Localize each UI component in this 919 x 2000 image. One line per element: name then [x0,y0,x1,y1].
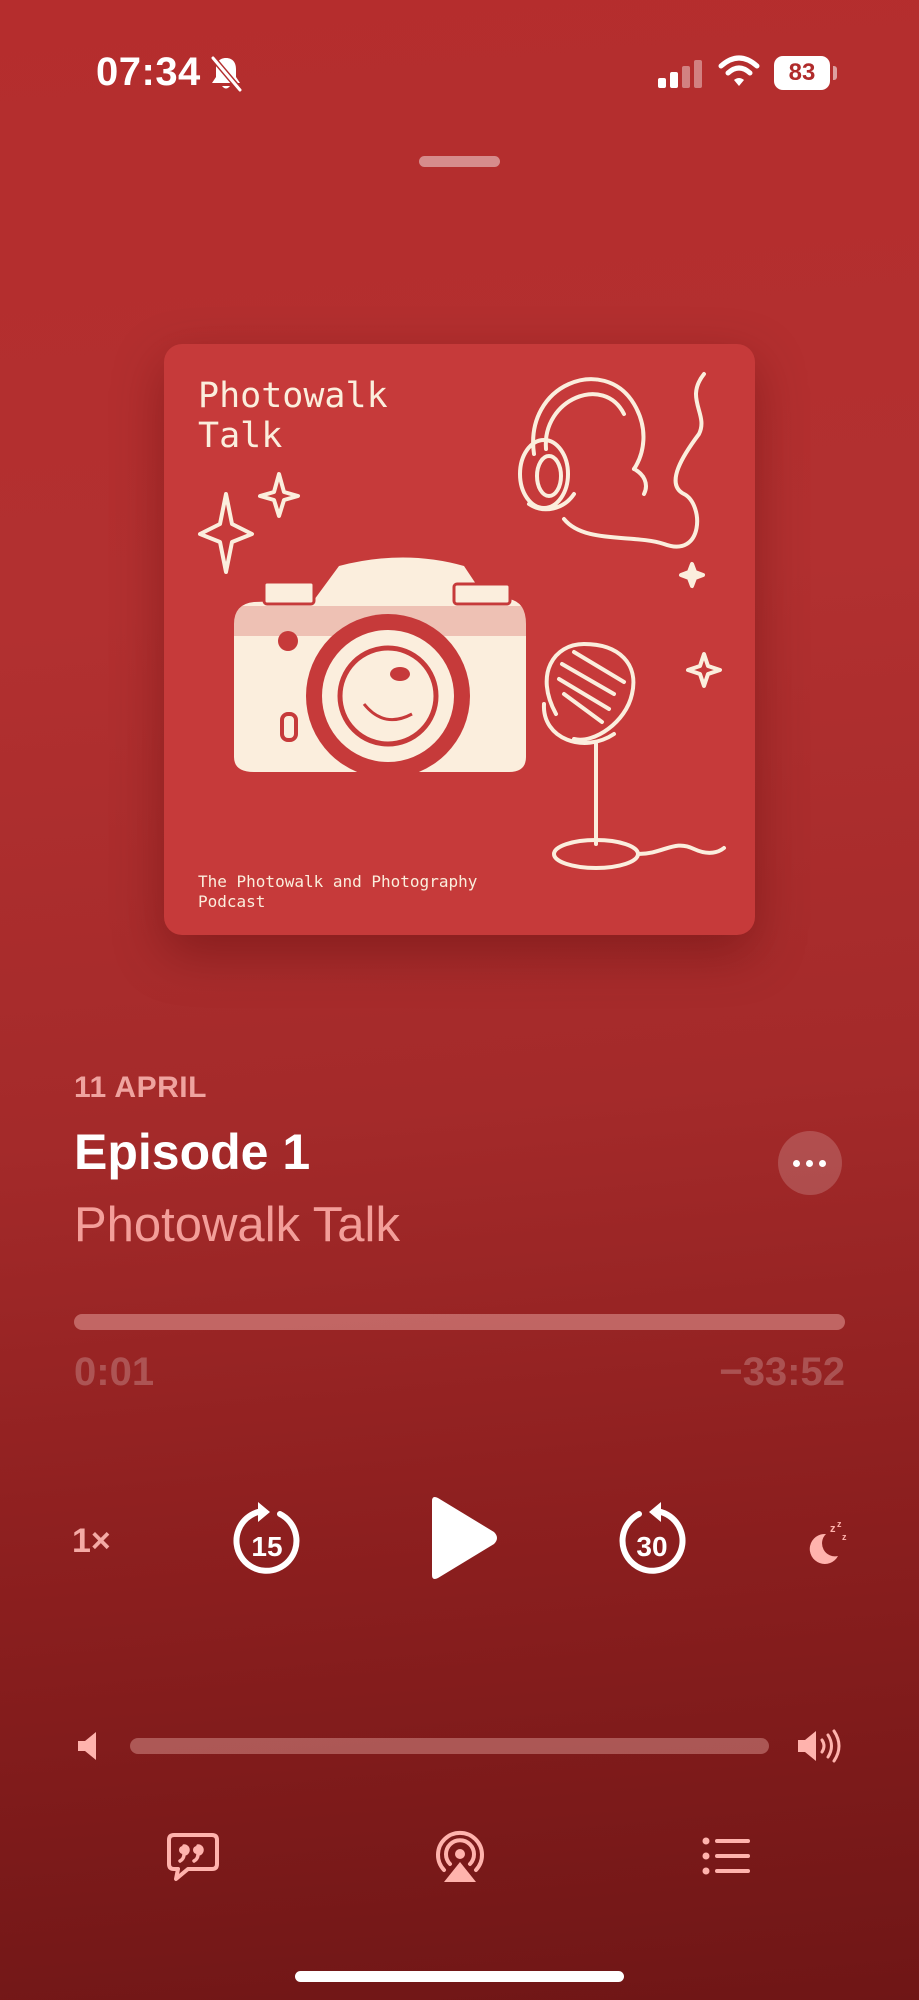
sleep-timer-button[interactable]: z z z [804,1518,850,1571]
artwork-subtitle-line2: Podcast [198,892,266,911]
episode-date: 11 APRIL [74,1071,207,1104]
status-bar: 07:34 83 [0,0,919,150]
show-name[interactable]: Photowalk Talk [74,1197,400,1253]
play-button[interactable] [424,1495,500,1586]
bell-slash-icon [208,54,244,99]
airplay-button[interactable] [434,1830,486,1889]
queue-button[interactable] [702,1836,752,1881]
airplay-icon [436,1830,484,1882]
queue-list-icon [702,1837,750,1875]
artwork-subtitle: The Photowalk and Photography Podcast [198,872,477,912]
episode-title[interactable]: Episode 1 [74,1123,310,1181]
svg-text:z: z [830,1523,836,1535]
sleep-timer-icon: z z z [809,1519,847,1564]
volume-low-icon [76,1730,102,1767]
more-button[interactable] [778,1131,842,1195]
svg-text:z: z [842,1532,847,1542]
status-time: 07:34 [96,50,201,94]
skip-back-15-icon: 15 [233,1502,300,1574]
skip-forward-button[interactable]: 30 [613,1500,691,1587]
transcript-button[interactable] [166,1832,220,1887]
sheet-grabber[interactable] [419,156,500,167]
playback-speed-button[interactable]: 1× [72,1522,111,1561]
artwork-title: Photowalk Talk [198,376,388,456]
elapsed-time: 0:01 [74,1350,155,1394]
lyrics-quote-icon [167,1833,219,1881]
battery-nub [833,66,837,80]
artwork-title-line1: Photowalk [198,376,388,416]
playback-scrubber[interactable] [74,1314,845,1330]
volume-slider[interactable] [130,1738,769,1754]
play-icon [432,1497,497,1579]
battery-indicator: 83 [774,56,830,90]
skip-forward-label: 30 [636,1531,667,1562]
volume-high-icon [796,1728,844,1769]
podcast-artwork: Photowalk Talk The Photowalk and Photogr… [164,344,755,935]
home-indicator[interactable] [295,1971,624,1982]
remaining-time: −33:52 [719,1350,845,1394]
cellular-signal-icon [656,58,704,95]
wifi-icon [718,54,760,93]
artwork-subtitle-line1: The Photowalk and Photography [198,872,478,891]
svg-text:z: z [837,1519,842,1529]
skip-back-button[interactable]: 15 [228,1500,306,1587]
skip-forward-30-icon: 30 [619,1502,686,1574]
artwork-title-line2: Talk [198,416,283,456]
skip-back-label: 15 [251,1531,282,1562]
